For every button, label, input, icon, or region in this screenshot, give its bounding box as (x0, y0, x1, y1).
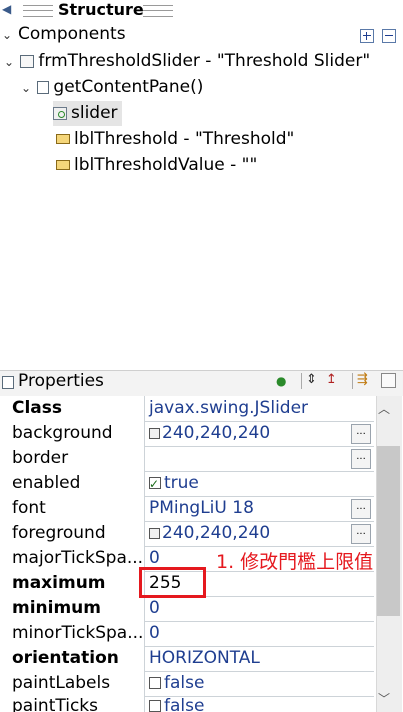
drag-grip-left-icon[interactable] (23, 5, 53, 17)
frame-icon (20, 54, 35, 68)
property-value[interactable]: javax.swing.JSlider (146, 396, 374, 421)
property-value: false (164, 673, 205, 693)
tree-label-lbl-threshold-value: lblThresholdValue - "" (74, 155, 258, 175)
edit-ellipsis-button[interactable]: ... (351, 424, 371, 444)
restore-defaults-icon[interactable] (381, 373, 396, 388)
property-value-cell[interactable]: true (146, 471, 374, 496)
annotation-text: 1. 修改門檻上限值 (216, 551, 374, 573)
property-name: Class (0, 396, 145, 421)
panel-icon (37, 80, 50, 94)
edit-ellipsis-button[interactable]: ... (351, 499, 371, 519)
tree-label-slider: slider (71, 103, 118, 123)
property-value-cell[interactable]: ... (146, 446, 374, 471)
property-name: paintLabels (0, 671, 145, 696)
property-value-cell[interactable]: 240,240,240 ... (146, 421, 374, 446)
expand-all-icon[interactable] (360, 29, 374, 43)
tree-node-frame[interactable]: ⌄ frmThresholdSlider - "Threshold Slider… (3, 49, 370, 74)
expand-twisty-icon[interactable]: ⌄ (20, 76, 32, 101)
property-value-cell[interactable]: 240,240,240 ... (146, 521, 374, 546)
property-row-class: Class javax.swing.JSlider (0, 396, 374, 422)
property-row-enabled: enabled true (0, 471, 374, 497)
property-value-cell[interactable]: PMingLiU 18 ... (146, 496, 374, 521)
expand-twisty-icon[interactable]: ⌄ (3, 50, 15, 75)
property-name: enabled (0, 471, 145, 496)
property-name: minorTickSpa... (0, 621, 145, 646)
property-row-paint-ticks: paintTicks false (0, 696, 374, 712)
property-name: orientation (0, 646, 145, 671)
property-row-minimum: minimum 0 (0, 596, 374, 622)
tree-label-lbl-threshold: lblThreshold - "Threshold" (74, 129, 295, 149)
scroll-up-arrow-icon[interactable]: ︿ (378, 400, 390, 417)
property-value[interactable]: 0 (146, 596, 374, 621)
scrollbar-thumb[interactable] (377, 446, 400, 616)
unchecked-checkbox-icon[interactable] (149, 700, 161, 712)
convert-local-field-icon[interactable]: ⇶ (357, 372, 368, 387)
slider-icon (53, 106, 67, 120)
components-label: Components (18, 24, 126, 44)
property-name: majorTickSpa... (0, 546, 145, 571)
collapse-all-icon[interactable] (382, 29, 396, 43)
property-row-font: font PMingLiU 18 ... (0, 496, 374, 522)
properties-view-icon (2, 376, 14, 389)
property-row-border: border ... (0, 446, 374, 472)
property-name: minimum (0, 596, 145, 621)
toolbar-separator (352, 373, 353, 389)
property-name: maximum (0, 571, 145, 596)
color-swatch-icon (149, 427, 160, 439)
tree-node-lbl-threshold-value[interactable]: lblThresholdValue - "" (56, 153, 257, 178)
property-value-cell[interactable]: false (146, 696, 374, 712)
property-value: PMingLiU 18 (149, 498, 254, 518)
property-name: foreground (0, 521, 145, 546)
scroll-down-arrow-icon[interactable]: ﹀ (378, 690, 390, 707)
property-row-minor-tick-spacing: minorTickSpa... 0 (0, 621, 374, 647)
property-name: background (0, 421, 145, 446)
property-value-cell[interactable]: false (146, 671, 374, 696)
property-value: true (164, 473, 199, 493)
property-row-background: background 240,240,240 ... (0, 421, 374, 447)
edit-ellipsis-button[interactable]: ... (351, 524, 371, 544)
drag-grip-right-icon[interactable] (143, 5, 173, 17)
unchecked-checkbox-icon[interactable] (149, 677, 161, 689)
components-collapse-icon[interactable]: ⌄ (2, 28, 12, 42)
property-name: font (0, 496, 145, 521)
property-name: border (0, 446, 145, 471)
property-value: false (164, 696, 205, 712)
tree-label-content-pane: getContentPane() (53, 77, 204, 97)
color-swatch-icon (149, 527, 160, 539)
property-value: 240,240,240 (162, 523, 271, 543)
property-value[interactable]: 0 (146, 621, 374, 646)
tree-node-lbl-threshold[interactable]: lblThreshold - "Threshold" (56, 127, 294, 152)
property-row-orientation: orientation HORIZONTAL (0, 646, 374, 672)
property-row-paint-labels: paintLabels false (0, 671, 374, 697)
annotation-highlight-box (139, 567, 206, 598)
property-value[interactable]: HORIZONTAL (146, 646, 374, 671)
tree-label-frame: frmThresholdSlider - "Threshold Slider" (38, 51, 371, 71)
show-events-icon[interactable]: ● (276, 374, 286, 388)
label-icon (56, 134, 70, 144)
checked-checkbox-icon[interactable] (149, 472, 161, 496)
tree-node-slider[interactable]: slider (53, 101, 122, 126)
tree-node-content-pane[interactable]: ⌄ getContentPane() (20, 75, 203, 100)
properties-title: Properties (18, 371, 104, 391)
collapse-triangle-icon[interactable]: ◀ (2, 2, 11, 16)
property-value: 240,240,240 (162, 423, 271, 443)
show-advanced-icon[interactable]: ↥ (326, 372, 337, 387)
edit-ellipsis-button[interactable]: ... (351, 449, 371, 469)
toolbar-separator (301, 373, 302, 389)
property-name: paintTicks (0, 696, 145, 712)
goto-definition-icon[interactable]: ⇕ (306, 372, 317, 387)
structure-title: Structure (58, 0, 144, 19)
property-row-foreground: foreground 240,240,240 ... (0, 521, 374, 547)
label-icon (56, 160, 70, 170)
